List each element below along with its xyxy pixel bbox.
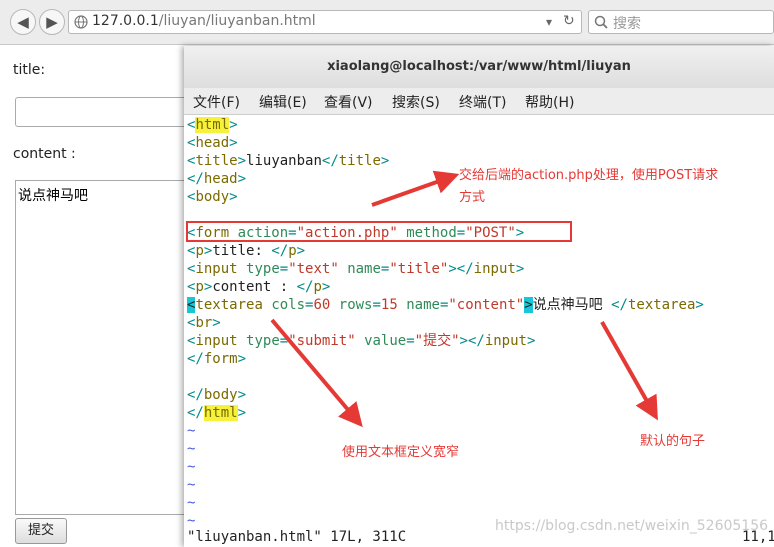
arrow-to-textarea-note bbox=[270, 318, 363, 428]
arrow-to-default-note bbox=[600, 321, 658, 421]
watermark: https://blog.csdn.net/weixin_52605156 bbox=[495, 518, 769, 534]
default-note: 默认的句子 bbox=[640, 434, 706, 449]
action-note: 交给后端的action.php处理，使用POST请求 bbox=[459, 168, 719, 183]
action-note-cont: 方式 bbox=[459, 190, 486, 205]
arrow-to-action-note bbox=[371, 170, 460, 207]
annotation-arrows bbox=[270, 170, 658, 428]
textarea-note: 使用文本框定义宽窄 bbox=[342, 445, 460, 460]
